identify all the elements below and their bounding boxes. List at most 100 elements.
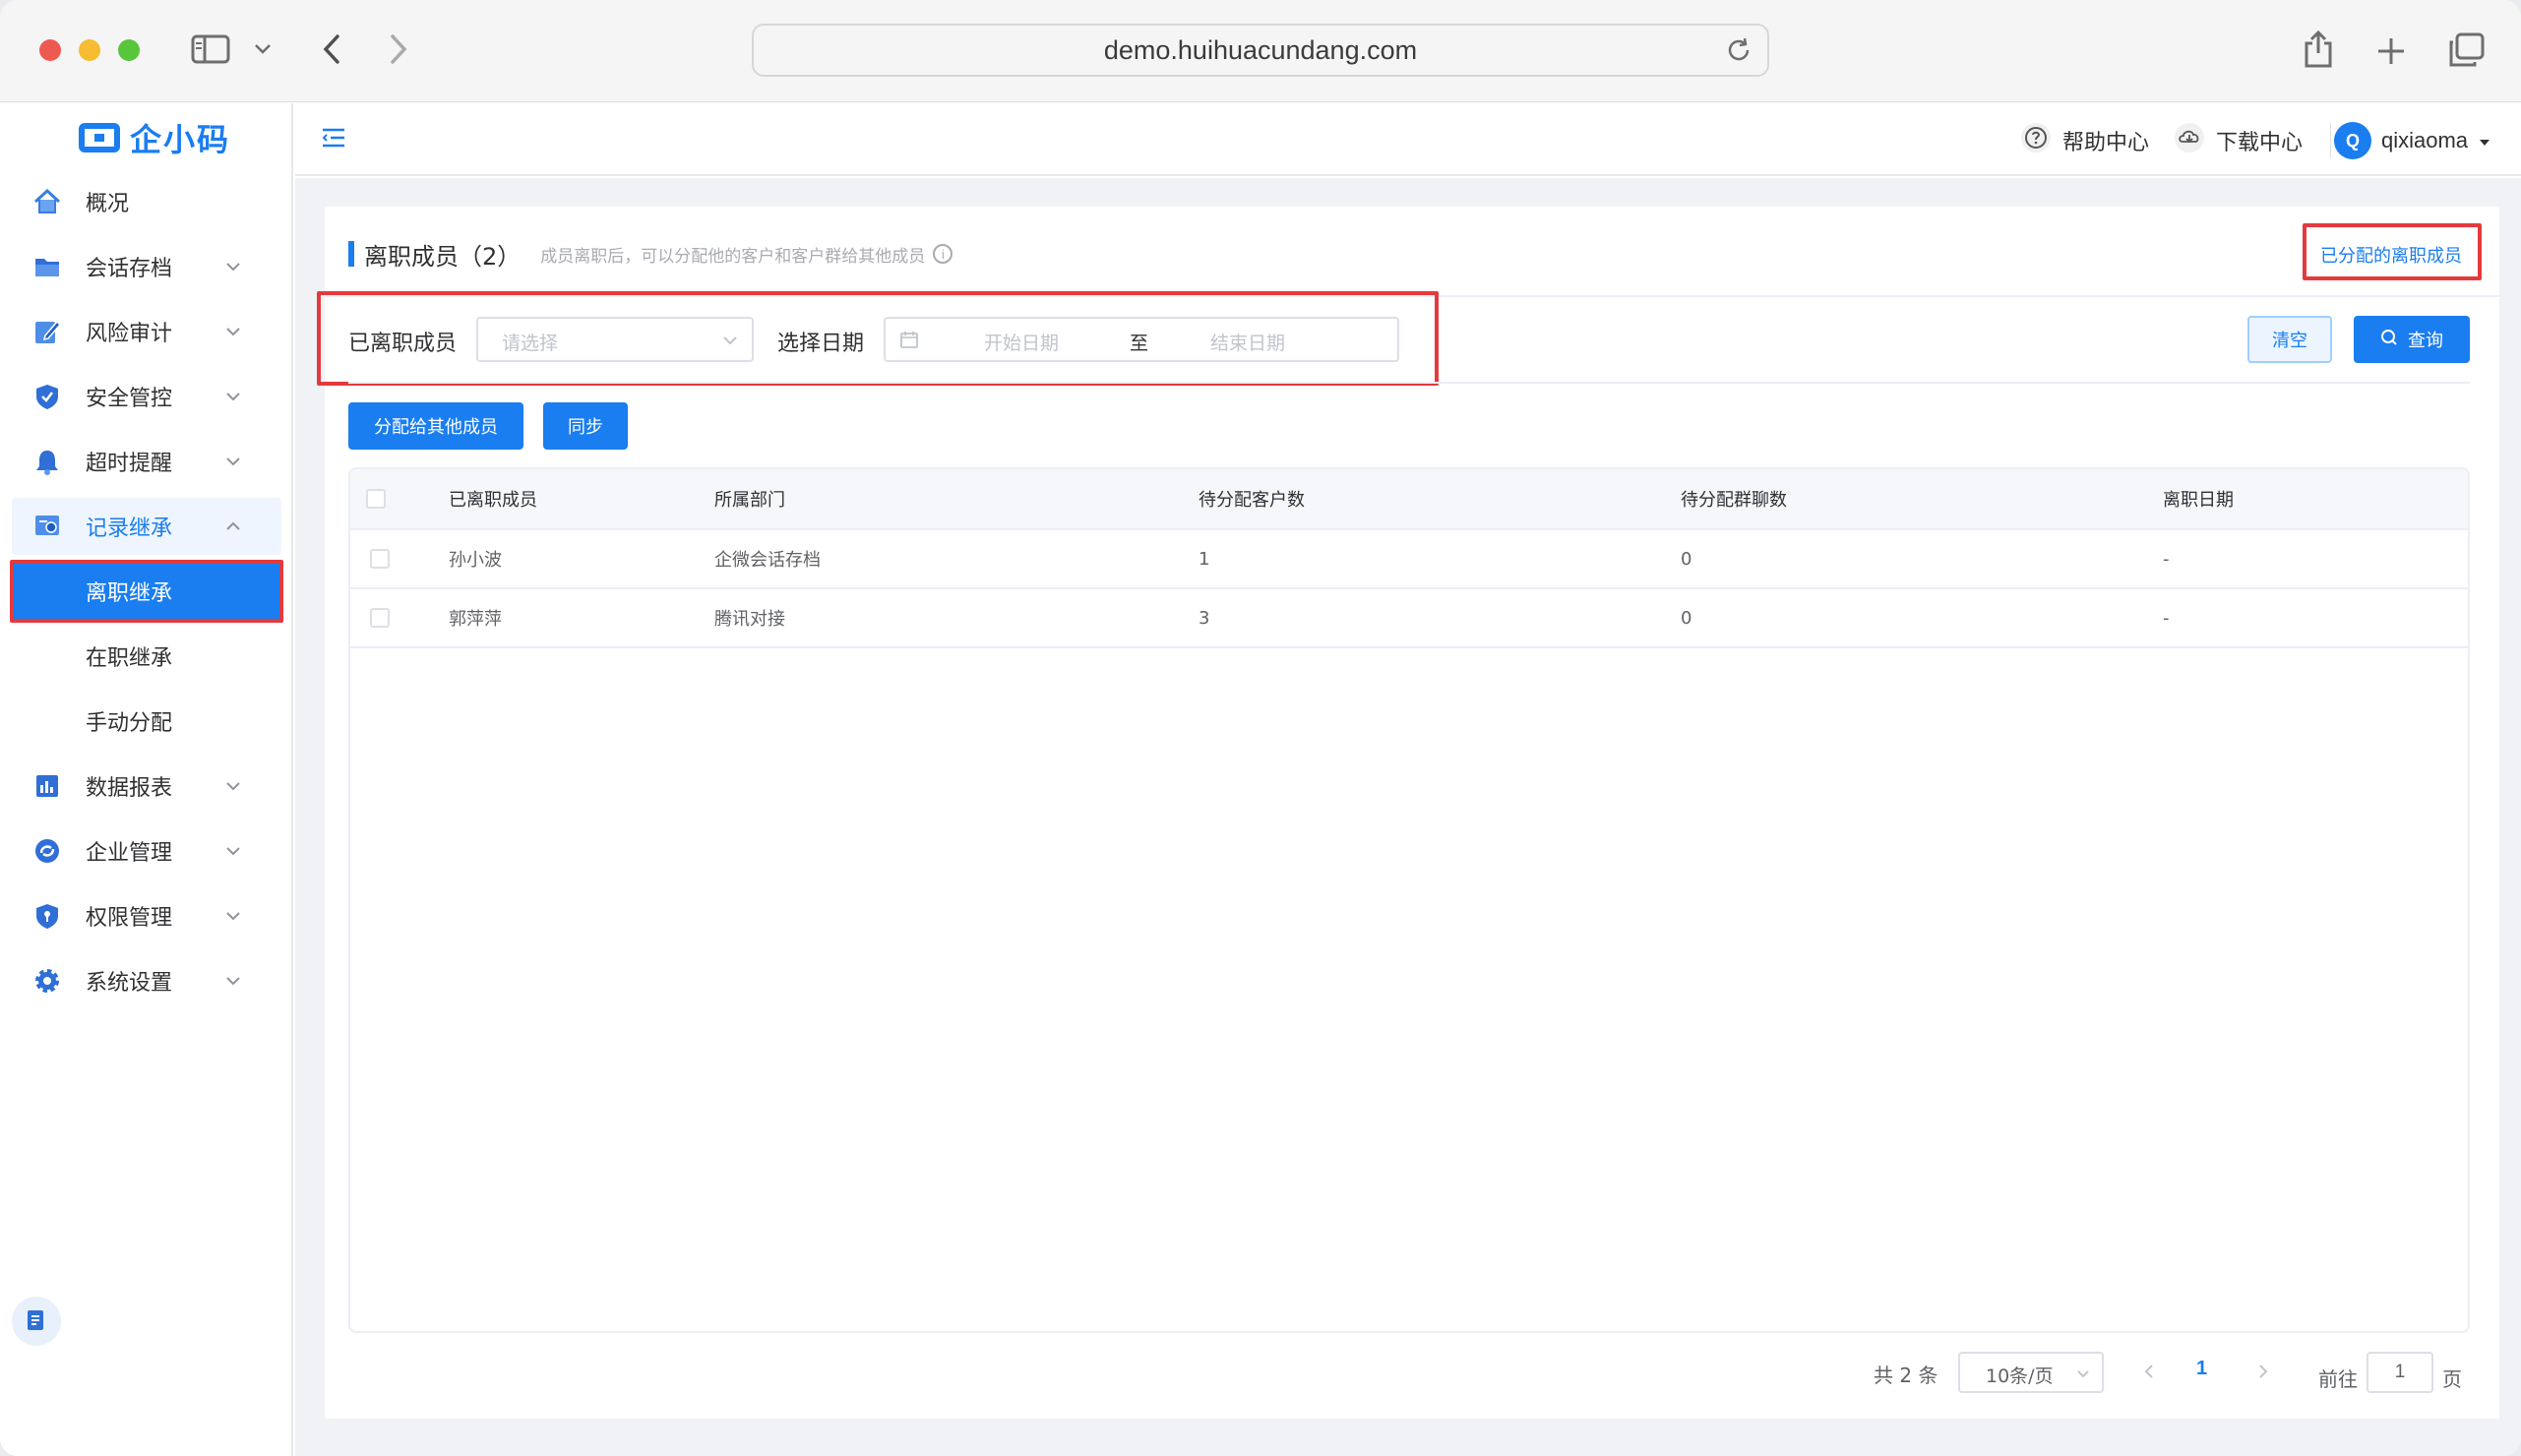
sidebar-item-security[interactable]: 安全管控: [12, 368, 281, 425]
sidebar-item-risk-audit[interactable]: 风险审计: [12, 303, 281, 360]
menu-collapse-icon[interactable]: [321, 125, 348, 152]
highlight-frame: [2303, 223, 2482, 280]
column-header: 待分配群聊数: [1681, 490, 1787, 511]
table-header: 已离职成员 所属部门 待分配客户数 待分配群聊数 离职日期: [350, 469, 2468, 530]
chevron-down-icon[interactable]: [252, 41, 274, 57]
download-center-link[interactable]: 下载中心: [2173, 123, 2303, 158]
sidebar-item-label: 企业管理: [86, 841, 173, 866]
url-text: demo.huihuacundang.com: [1103, 34, 1418, 65]
pending-groups-cell: 0: [1681, 548, 1692, 570]
sidebar-subitem-manual-assign[interactable]: 手动分配: [12, 693, 281, 750]
department-cell: 腾讯对接: [714, 609, 785, 630]
current-page-number[interactable]: 1: [2196, 1358, 2207, 1380]
sidebar-item-settings[interactable]: 系统设置: [12, 952, 281, 1009]
sidebar-item-permissions[interactable]: 权限管理: [12, 887, 281, 944]
page-subtitle: 成员离职后，可以分配他的客户和客户群给其他成员: [540, 246, 926, 267]
header-divider: [2330, 123, 2331, 158]
forward-icon[interactable]: [384, 31, 413, 67]
bell-icon: [33, 448, 61, 475]
column-header: 已离职成员: [449, 490, 537, 511]
pagination-total: 共 2 条: [1874, 1364, 1938, 1387]
chevron-down-icon: [224, 387, 242, 404]
row-checkbox[interactable]: [370, 608, 390, 628]
caret-down-icon: [2478, 129, 2491, 153]
member-name-cell: 孙小波: [449, 550, 502, 571]
org-icon: [33, 837, 61, 865]
chevron-down-icon: [2076, 1366, 2090, 1380]
sidebar-item-label: 安全管控: [86, 387, 173, 411]
browser-titlebar: demo.huihuacundang.com: [0, 0, 2521, 102]
minimize-window-button[interactable]: [79, 39, 100, 61]
sync-button-label: 同步: [568, 417, 603, 438]
sidebar-item-label: 会话存档: [86, 257, 173, 281]
sidebar-item-record-inheritance[interactable]: 记录继承: [12, 498, 281, 555]
tab-overview-icon[interactable]: [2446, 31, 2486, 69]
query-button[interactable]: 查询: [2354, 316, 2470, 363]
download-center-label: 下载中心: [2216, 131, 2304, 155]
info-icon[interactable]: i: [933, 244, 953, 264]
page-size-select[interactable]: 10条/页: [1958, 1352, 2104, 1393]
select-all-checkbox[interactable]: [366, 489, 386, 509]
logo-mark-icon: [79, 123, 120, 152]
chart-icon: [33, 772, 61, 800]
browser-window: demo.huihuacundang.com 企小码 概况 会话存档 风险审计 …: [0, 0, 2521, 1456]
clear-button-label: 清空: [2272, 331, 2307, 351]
sidebar-item-enterprise[interactable]: 企业管理: [12, 822, 281, 880]
new-tab-icon[interactable]: [2373, 33, 2409, 69]
help-icon: [2019, 121, 2053, 160]
clear-button[interactable]: 清空: [2247, 316, 2332, 363]
shield-icon: [33, 383, 61, 410]
sidebar-subitem-label: 手动分配: [86, 711, 173, 736]
zoom-window-button[interactable]: [118, 39, 140, 61]
record-icon: [33, 513, 61, 540]
brand-logo[interactable]: 企小码: [79, 115, 230, 160]
document-icon[interactable]: [12, 1297, 61, 1346]
chevron-down-icon: [224, 452, 242, 469]
row-checkbox[interactable]: [370, 549, 390, 569]
column-header: 待分配客户数: [1199, 490, 1305, 511]
share-icon[interactable]: [2301, 28, 2336, 71]
column-header: 所属部门: [714, 490, 785, 511]
sidebar-item-timeout-reminder[interactable]: 超时提醒: [12, 433, 281, 490]
assign-button-label: 分配给其他成员: [374, 417, 498, 438]
folder-icon: [33, 253, 61, 280]
close-window-button[interactable]: [39, 39, 61, 61]
sidebar-toggle-icon[interactable]: [191, 33, 230, 65]
back-icon[interactable]: [317, 31, 346, 67]
page-title-row: 离职成员（2） 成员离职后，可以分配他的客户和客户群给其他成员 i: [348, 238, 953, 271]
sidebar-item-label: 权限管理: [86, 906, 173, 931]
member-name-cell: 郭萍萍: [449, 609, 502, 630]
address-bar[interactable]: demo.huihuacundang.com: [752, 24, 1769, 77]
table-row[interactable]: 孙小波 企微会话存档 1 0 -: [350, 530, 2468, 589]
highlight-frame: [317, 291, 1439, 386]
assign-to-others-button[interactable]: 分配给其他成员: [348, 402, 523, 450]
sidebar-item-reports[interactable]: 数据报表: [12, 758, 281, 815]
help-center-link[interactable]: 帮助中心: [2019, 123, 2149, 158]
goto-page-input[interactable]: 1: [2367, 1352, 2433, 1393]
search-icon: [2380, 329, 2398, 351]
table-row[interactable]: 郭萍萍 腾讯对接 3 0 -: [350, 589, 2468, 648]
prev-page-icon[interactable]: [2137, 1360, 2161, 1383]
sidebar-item-overview[interactable]: 概况: [12, 173, 281, 230]
reload-icon[interactable]: [1724, 35, 1753, 65]
goto-prefix: 前往: [2318, 1367, 2358, 1391]
next-page-icon[interactable]: [2251, 1360, 2275, 1383]
page-size-value: 10条/页: [1986, 1365, 2054, 1387]
chevron-down-icon: [224, 906, 242, 924]
sidebar-subitem-active-inheritance[interactable]: 在职继承: [12, 628, 281, 685]
pending-customers-cell: 1: [1199, 548, 1210, 570]
logo-text: 企小码: [130, 121, 231, 158]
departed-members-table: 已离职成员 所属部门 待分配客户数 待分配群聊数 离职日期 孙小波 企微会话存档…: [348, 467, 2470, 1333]
chevron-down-icon: [224, 322, 242, 339]
sync-button[interactable]: 同步: [543, 402, 628, 450]
department-cell: 企微会话存档: [714, 550, 821, 571]
pending-groups-cell: 0: [1681, 607, 1692, 629]
home-icon: [33, 188, 61, 215]
edit-icon: [33, 318, 61, 345]
divider: [348, 382, 2470, 384]
sidebar-item-label: 超时提醒: [86, 452, 173, 476]
page-title: 离职成员（2）: [364, 242, 522, 271]
title-accent-bar: [348, 241, 354, 267]
sidebar-item-chat-archive[interactable]: 会话存档: [12, 238, 281, 295]
user-menu[interactable]: Q qixiaoma: [2334, 122, 2491, 159]
